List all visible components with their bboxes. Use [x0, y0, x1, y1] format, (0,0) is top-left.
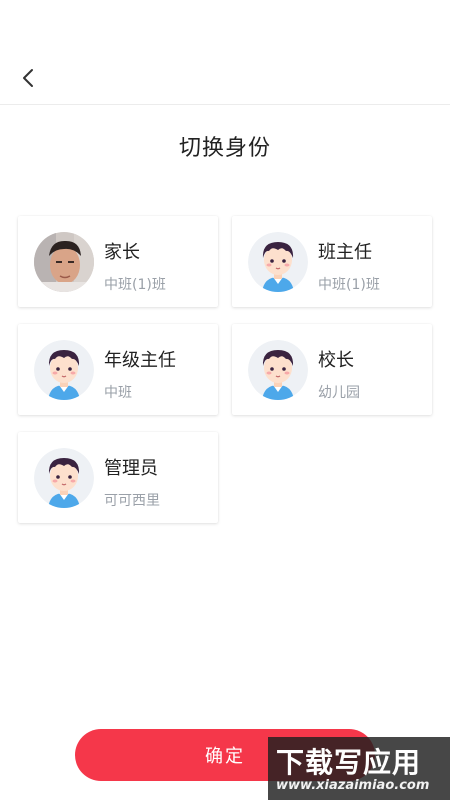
avatar: [34, 340, 94, 400]
cartoon-avatar-icon: [248, 232, 308, 292]
role-name: 校长: [318, 350, 354, 371]
role-detail: 中班(1)班: [318, 277, 380, 293]
role-card-grade-director[interactable]: 年级主任 中班: [18, 324, 218, 415]
cartoon-avatar-icon: [34, 448, 94, 508]
avatar: [248, 232, 308, 292]
role-card-principal[interactable]: 校长 幼儿园: [232, 324, 432, 415]
avatar: [34, 232, 94, 292]
avatar: [34, 448, 94, 508]
page-title: 切换身份: [178, 136, 271, 161]
cartoon-avatar-icon: [248, 340, 308, 400]
role-detail: 中班: [104, 385, 132, 401]
watermark-url: www.xiazaimiao.com: [276, 778, 430, 793]
role-card-parent[interactable]: 家长 中班(1)班: [18, 216, 218, 307]
role-card-head-teacher[interactable]: 班主任 中班(1)班: [232, 216, 432, 307]
top-bar: [0, 0, 450, 105]
role-detail: 幼儿园: [318, 385, 360, 401]
avatar: [248, 340, 308, 400]
role-name: 管理员: [104, 458, 158, 479]
role-grid: 家长 中班(1)班 班主任 中班(1)班 年级主任 中班 校长 幼儿园 管理员 …: [18, 216, 432, 523]
watermark-text: 下载写应用: [276, 746, 422, 779]
watermark: 下载写应用 www.xiazaimiao.com: [268, 737, 450, 800]
back-button[interactable]: [14, 64, 42, 92]
role-detail: 可可西里: [104, 493, 160, 509]
role-card-admin[interactable]: 管理员 可可西里: [18, 432, 218, 523]
role-name: 年级主任: [104, 350, 176, 371]
role-name: 班主任: [318, 242, 372, 263]
role-name: 家长: [104, 242, 140, 263]
chevron-left-icon: [23, 69, 33, 87]
user-photo: [34, 232, 94, 292]
cartoon-avatar-icon: [34, 340, 94, 400]
role-detail: 中班(1)班: [104, 277, 166, 293]
